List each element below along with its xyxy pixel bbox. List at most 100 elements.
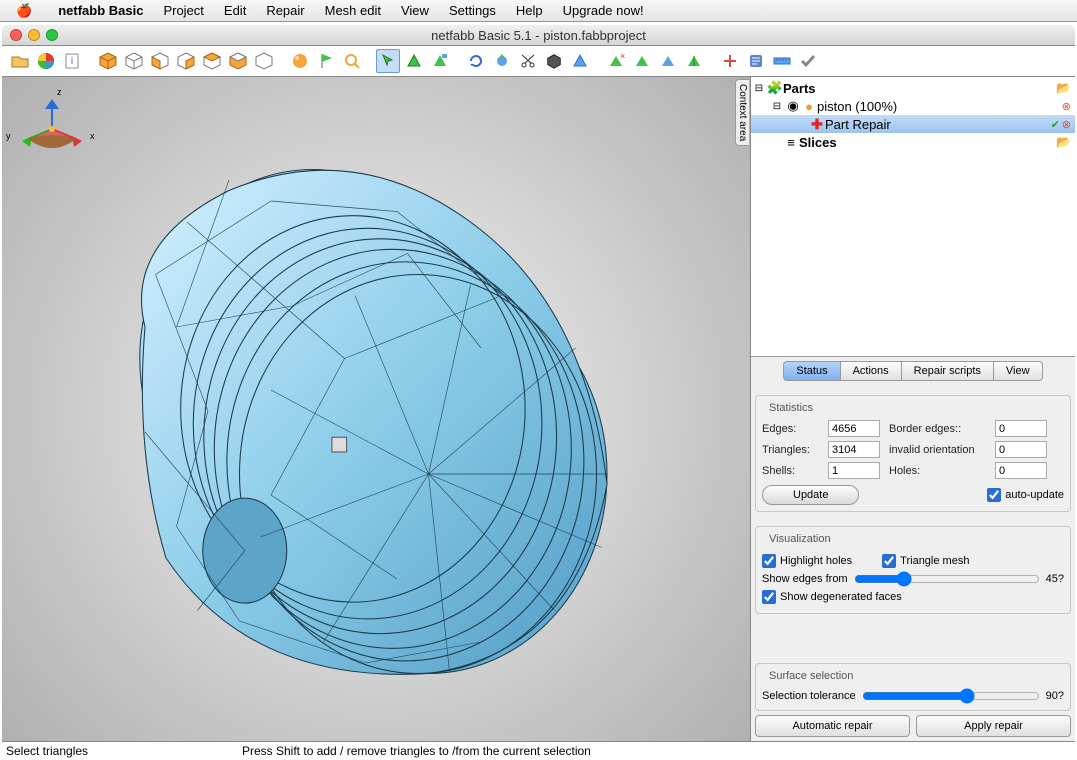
triangle-mesh-input[interactable] [882,554,896,568]
degenerated-faces-checkbox[interactable]: Show degenerated faces [762,590,1064,604]
close-window-button[interactable] [10,29,22,41]
folder-icon[interactable]: 📂 [1056,81,1071,95]
svg-text:x: x [90,131,95,141]
cancel-icon[interactable]: ⊗ [1062,118,1071,131]
folder-icon[interactable]: 📂 [1056,135,1071,149]
menu-view[interactable]: View [393,3,437,18]
statistics-title: Statistics [766,402,816,414]
zoom-icon[interactable] [340,49,364,73]
triangles-label: Triangles: [762,444,822,456]
repair-panel: Status Actions Repair scripts View Stati… [751,357,1075,741]
menu-project[interactable]: Project [155,3,211,18]
highlight-holes-input[interactable] [762,554,776,568]
cube-front-icon[interactable] [122,49,146,73]
tab-actions[interactable]: Actions [841,361,902,381]
tetra-del-icon[interactable]: × [604,49,628,73]
show-edges-slider[interactable] [854,571,1040,587]
tetra-add-icon[interactable] [630,49,654,73]
svg-text:i: i [71,56,73,67]
main-content: z x y Context area ⊟ 🧩 Parts 📂 ⊟ ◉ ● pis… [2,77,1075,742]
tab-status[interactable]: Status [783,361,840,381]
open-button[interactable] [8,49,32,73]
scissors-icon[interactable] [516,49,540,73]
menu-repair[interactable]: Repair [258,3,312,18]
axis-gizmo[interactable]: z x y [2,77,102,162]
flag-icon[interactable] [314,49,338,73]
parts-tree[interactable]: ⊟ 🧩 Parts 📂 ⊟ ◉ ● piston (100%) ⊗ ✚ Part… [751,77,1075,357]
os-menubar: 🍎 netfabb Basic Project Edit Repair Mesh… [0,0,1077,22]
surface-selection-group: Surface selection Selection tolerance 90… [755,663,1071,711]
tetra-split-icon[interactable] [682,49,706,73]
cube-iso-icon[interactable] [96,49,120,73]
tree-item-piston[interactable]: ⊟ ◉ ● piston (100%) ⊗ [751,97,1075,115]
degenerated-faces-input[interactable] [762,590,776,604]
holes-field[interactable] [995,462,1047,479]
tree-item-part-repair[interactable]: ✚ Part Repair ✔⊗ [751,115,1075,133]
sphere-icon[interactable] [288,49,312,73]
window-title: netfabb Basic 5.1 - piston.fabbproject [431,28,646,43]
surface-title: Surface selection [766,670,856,682]
edges-field[interactable] [828,420,880,437]
visualization-group: Visualization Highlight holes Triangle m… [755,526,1071,614]
tab-view[interactable]: View [994,361,1043,381]
app-menu[interactable]: netfabb Basic [50,3,151,18]
shells-field[interactable] [828,462,880,479]
apply-check-icon[interactable] [796,49,820,73]
statistics-group: Statistics Edges: Border edges:: Triangl… [755,395,1071,512]
triangles-field[interactable] [828,441,880,458]
blue-triangle-icon[interactable] [568,49,592,73]
menu-meshedit[interactable]: Mesh edit [317,3,389,18]
color-wheel-icon[interactable] [34,49,58,73]
menu-upgrade[interactable]: Upgrade now! [555,3,652,18]
menu-edit[interactable]: Edit [216,3,254,18]
holes-label: Holes: [889,465,989,477]
delete-icon[interactable]: ⊗ [1062,100,1071,113]
tetra-flip-icon[interactable] [656,49,680,73]
info-icon[interactable]: i [60,49,84,73]
cube-right-icon[interactable] [174,49,198,73]
ruler-icon[interactable] [770,49,794,73]
auto-update-input[interactable] [987,488,1001,502]
invalid-orient-label: invalid orientation [889,444,989,456]
cube-left-icon[interactable] [148,49,172,73]
cube-top-icon[interactable] [200,49,224,73]
automatic-repair-button[interactable]: Automatic repair [755,715,910,737]
right-sidebar: Context area ⊟ 🧩 Parts 📂 ⊟ ◉ ● piston (1… [751,77,1075,741]
dark-cube-icon[interactable] [542,49,566,73]
apply-icon[interactable]: ✔ [1051,118,1060,131]
add-triangle-icon[interactable] [402,49,426,73]
repair-icon: ✚ [809,116,825,133]
menu-settings[interactable]: Settings [441,3,504,18]
tab-repair-scripts[interactable]: Repair scripts [902,361,994,381]
cube-bottom-icon[interactable] [226,49,250,73]
tree-slices-root[interactable]: ≡ Slices 📂 [751,133,1075,151]
auto-update-checkbox[interactable]: auto-update [987,488,1064,502]
shells-label: Shells: [762,465,822,477]
viewport-3d[interactable]: z x y [2,77,751,741]
invalid-orient-field[interactable] [995,441,1047,458]
tree-parts-root[interactable]: ⊟ 🧩 Parts 📂 [751,79,1075,97]
context-area-tab[interactable]: Context area [735,79,749,146]
border-edges-field[interactable] [995,420,1047,437]
script-icon[interactable] [744,49,768,73]
parts-label: Parts [783,81,1056,96]
highlight-holes-checkbox[interactable]: Highlight holes [762,554,852,568]
piston-label: piston (100%) [817,99,1062,114]
cube-back-icon[interactable] [252,49,276,73]
parts-icon: 🧩 [767,80,783,96]
triangle-mesh-checkbox[interactable]: Triangle mesh [882,554,969,568]
minimize-window-button[interactable] [28,29,40,41]
status-bar: Select triangles Press Shift to add / re… [2,742,1075,760]
triangle-flag-icon[interactable] [428,49,452,73]
apple-menu-icon[interactable]: 🍎 [8,3,40,19]
repair-plus-icon[interactable] [718,49,742,73]
zoom-window-button[interactable] [46,29,58,41]
select-tool-icon[interactable] [376,49,400,73]
cut-arrow-icon[interactable] [490,49,514,73]
update-button[interactable]: Update [762,485,859,505]
menu-help[interactable]: Help [508,3,551,18]
eye-icon[interactable]: ◉ [785,98,801,114]
tolerance-slider[interactable] [862,688,1040,704]
refresh-arrow-icon[interactable] [464,49,488,73]
apply-repair-button[interactable]: Apply repair [916,715,1071,737]
